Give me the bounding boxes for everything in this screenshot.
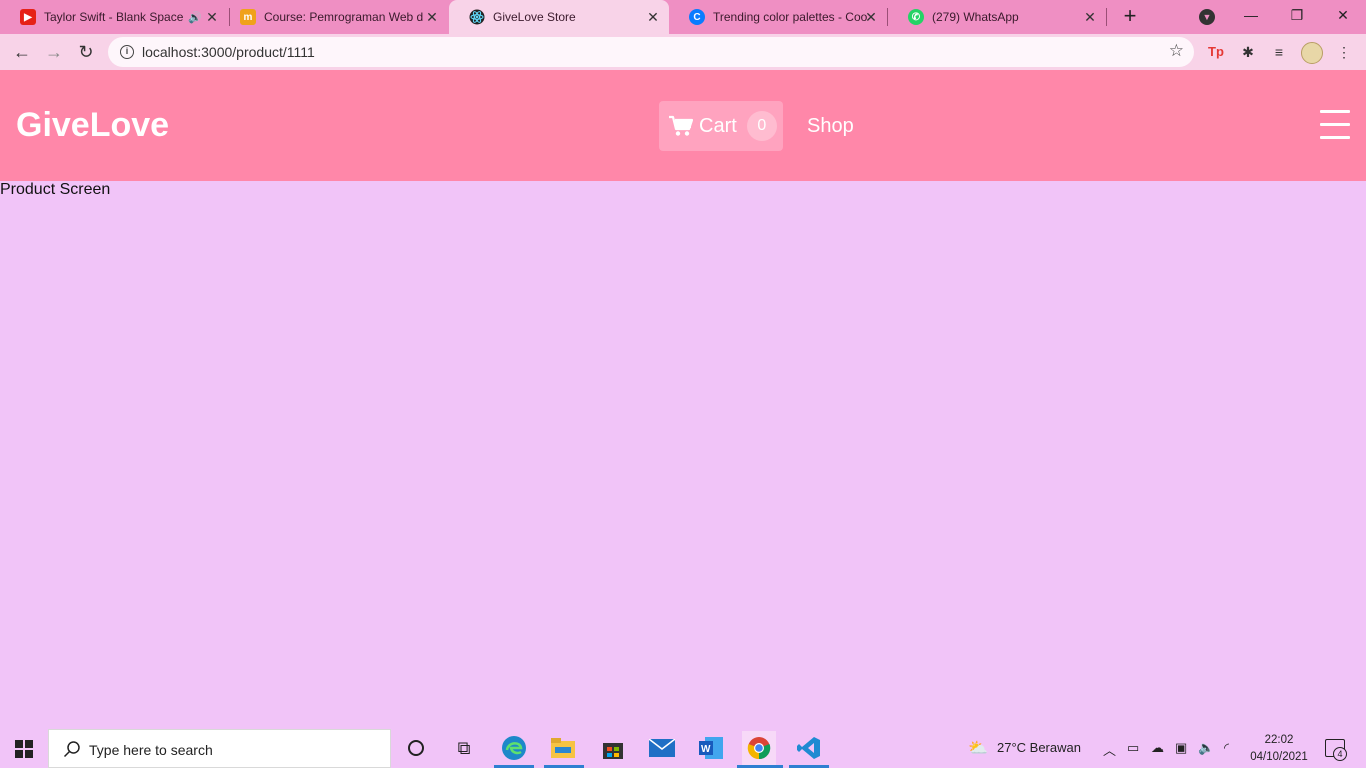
back-button[interactable]: ← (10, 40, 34, 64)
cart-icon (669, 115, 693, 136)
extensions-puzzle-icon[interactable]: ✱ (1238, 42, 1258, 62)
close-window-button[interactable]: ✕ (1320, 0, 1366, 30)
site-info-icon[interactable]: i (120, 45, 134, 59)
close-tab-icon[interactable]: ✕ (1082, 9, 1098, 25)
show-hidden-icons-icon[interactable]: ︿ (1103, 740, 1116, 759)
minimize-button[interactable]: — (1228, 0, 1274, 30)
restore-button[interactable]: ❐ (1274, 0, 1320, 30)
browser-toolbar: ← → ↻ i localhost:3000/product/1111 ☆ Tp… (0, 34, 1366, 70)
close-tab-icon[interactable]: ✕ (424, 9, 440, 25)
tab-title: (279) WhatsApp (932, 10, 1019, 24)
tab-youtube[interactable]: ▶ Taylor Swift - Blank Space 🔊 ✕ (0, 0, 228, 34)
close-tab-icon[interactable]: ✕ (204, 9, 220, 25)
extension-tp-icon[interactable]: Tp (1206, 42, 1226, 62)
search-placeholder: Type here to search (89, 742, 213, 758)
onedrive-icon[interactable]: ☁ (1151, 740, 1164, 756)
close-tab-icon[interactable]: ✕ (645, 9, 661, 25)
whatsapp-icon: ✆ (908, 9, 924, 25)
bookmark-star-icon[interactable]: ☆ (1169, 41, 1184, 61)
store-icon[interactable] (599, 734, 627, 762)
cart-count-badge: 0 (746, 111, 777, 141)
edge-icon[interactable] (500, 734, 528, 762)
search-icon (63, 741, 80, 758)
hamburger-menu-icon[interactable] (1320, 110, 1350, 142)
profile-avatar[interactable] (1301, 42, 1323, 64)
system-clock[interactable]: 22:02 04/10/2021 (1248, 732, 1310, 766)
volume-icon[interactable]: 🔈 (1198, 740, 1214, 756)
browser-menu-icon[interactable]: ⋮ (1334, 42, 1354, 62)
tab-search-icon[interactable]: ▼ (1199, 9, 1215, 25)
new-tab-button[interactable]: + (1119, 5, 1141, 27)
clock-date: 04/10/2021 (1250, 751, 1308, 763)
tab-separator (1106, 8, 1107, 26)
reload-button[interactable]: ↻ (74, 40, 98, 64)
task-view-icon[interactable]: ⧉ (450, 734, 478, 762)
tab-coolors[interactable]: C Trending color palettes - Coo ✕ (669, 0, 887, 34)
battery-icon[interactable]: ▭ (1127, 740, 1139, 756)
tab-whatsapp[interactable]: ✆ (279) WhatsApp ✕ (888, 0, 1106, 34)
vscode-icon[interactable] (795, 734, 823, 762)
youtube-icon: ▶ (20, 9, 36, 25)
file-explorer-icon[interactable] (549, 734, 577, 762)
cart-button[interactable]: Cart 0 (659, 101, 783, 151)
tab-title: Taylor Swift - Blank Space (44, 10, 184, 24)
tab-course[interactable]: m Course: Pemrograman Web d ✕ (220, 0, 448, 34)
tab-title: GiveLove Store (493, 10, 576, 24)
chrome-icon[interactable] (742, 731, 776, 765)
word-icon[interactable]: W (697, 734, 725, 762)
address-bar[interactable]: i localhost:3000/product/1111 ☆ (108, 37, 1194, 67)
brand-logo[interactable]: GiveLove (16, 106, 169, 145)
close-tab-icon[interactable]: ✕ (863, 9, 879, 25)
windows-taskbar: Type here to search ⧉ W ⛅ 27°C Berawan ︿… (0, 728, 1366, 768)
taskbar-search-box[interactable]: Type here to search (48, 729, 391, 768)
coolors-icon: C (689, 9, 705, 25)
svg-text:W: W (701, 744, 711, 755)
mail-icon[interactable] (648, 734, 676, 762)
tab-title: Trending color palettes - Coo (713, 10, 868, 24)
app-header: GiveLove Cart 0 Shop (0, 70, 1366, 181)
forward-button[interactable]: → (42, 40, 66, 64)
tab-givelove[interactable]: GiveLove Store ✕ (449, 0, 669, 34)
speaker-icon[interactable]: 🔊 (188, 11, 202, 24)
wifi-icon[interactable]: ◜ (1224, 740, 1229, 756)
clock-time: 22:02 (1264, 734, 1294, 746)
cart-label: Cart (699, 114, 737, 137)
page-content-text: Product Screen (0, 181, 111, 198)
moodle-icon: m (240, 9, 256, 25)
react-icon (469, 9, 485, 25)
weather-icon[interactable]: ⛅ (964, 734, 992, 762)
network-device-icon[interactable]: ▣ (1175, 740, 1187, 756)
url-text[interactable]: localhost:3000/product/1111 (142, 44, 315, 60)
notification-count-badge: 4 (1333, 747, 1347, 761)
cortana-icon[interactable] (402, 734, 430, 762)
tab-title: Course: Pemrograman Web d (264, 10, 424, 24)
windows-start-icon[interactable] (15, 740, 33, 758)
weather-text[interactable]: 27°C Berawan (997, 740, 1081, 755)
shop-link[interactable]: Shop (807, 115, 854, 138)
browser-tab-strip: ▶ Taylor Swift - Blank Space 🔊 ✕ m Cours… (0, 0, 1366, 34)
media-queue-icon[interactable]: ≡ (1269, 42, 1289, 62)
